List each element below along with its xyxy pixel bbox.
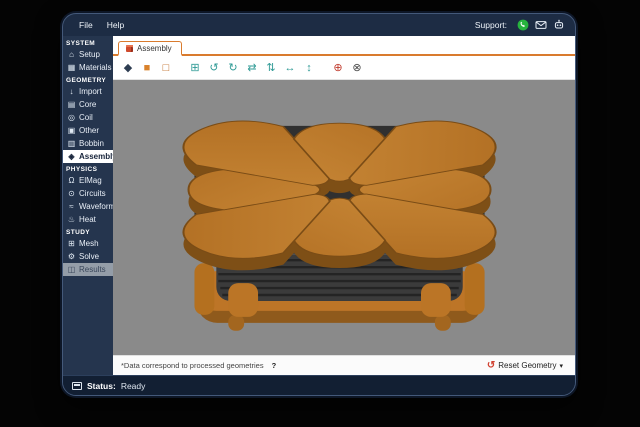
sidebar-section-header-geometry: GEOMETRY xyxy=(66,77,107,84)
sidebar-item-label: Circuits xyxy=(79,189,106,198)
sidebar-item-label: Setup xyxy=(79,50,100,59)
sidebar-item-label: Solve xyxy=(79,252,100,261)
sidebar-item-import[interactable]: ↓ Import xyxy=(63,85,113,98)
other-icon: ▣ xyxy=(67,126,76,135)
app-window: File Help Support: SYSTEM ⌂ Setup ▦ Material… xyxy=(62,13,576,396)
help-button[interactable]: ? xyxy=(269,361,280,370)
import-icon: ↓ xyxy=(69,87,74,96)
status-value: Ready xyxy=(120,380,146,391)
mesh-icon: ⊞ xyxy=(68,239,75,248)
sidebar: SYSTEM ⌂ Setup ▦ Materials GEOMETRY ↓ Import ▤ Co… xyxy=(63,36,113,375)
shading-icon[interactable]: ◆ xyxy=(121,60,135,76)
email-icon[interactable] xyxy=(535,19,547,31)
sidebar-item-circuits[interactable]: ⊙ Circuits xyxy=(63,187,113,200)
sidebar-section-header-physics: PHYSICS xyxy=(66,166,98,173)
viewport-footer: *Data correspond to processed geometries… xyxy=(113,355,575,375)
support-label: Support: xyxy=(474,20,507,30)
assembly-icon: ◈ xyxy=(68,152,75,161)
zoom-fit-icon[interactable]: ⊕ xyxy=(331,60,345,76)
sidebar-item-coil[interactable]: ◎ Coil xyxy=(63,111,113,124)
chevron-down-icon: ▾ xyxy=(559,362,563,370)
pan-vertical-icon[interactable]: ↕ xyxy=(302,60,316,76)
main-area: SYSTEM ⌂ Setup ▦ Materials GEOMETRY ↓ Import ▤ Co… xyxy=(63,36,575,375)
wireframe-cube-icon[interactable]: □ xyxy=(159,60,173,76)
solid-color-icon[interactable]: ■ xyxy=(140,60,154,76)
sidebar-section-header-system: SYSTEM xyxy=(66,40,96,47)
sidebar-item-label: Other xyxy=(79,126,100,135)
sidebar-item-label: Assembly xyxy=(79,152,113,161)
status-bar: Status: Ready xyxy=(63,375,575,395)
rotate-right-icon[interactable]: ↻ xyxy=(226,60,240,76)
coil-icon: ◎ xyxy=(68,113,75,122)
sidebar-item-results[interactable]: ◫ Results xyxy=(63,263,113,276)
viewport-3d[interactable] xyxy=(113,80,575,355)
sidebar-item-label: Results xyxy=(79,265,106,274)
rotate-left-icon[interactable]: ↺ xyxy=(207,60,221,76)
sidebar-item-label: Materials xyxy=(79,63,112,72)
sidebar-item-label: Mesh xyxy=(79,239,99,248)
status-label: Status: xyxy=(87,380,116,391)
materials-icon: ▦ xyxy=(67,63,76,72)
core-icon: ▤ xyxy=(67,100,76,109)
reset-icon: ↺ xyxy=(486,359,496,371)
sidebar-item-label: Heat xyxy=(79,215,96,224)
sidebar-item-heat[interactable]: ♨ Heat xyxy=(63,213,113,226)
tab-assembly[interactable]: Assembly xyxy=(118,41,182,56)
bobbin-icon: ▥ xyxy=(67,139,76,148)
sidebar-item-solve[interactable]: ⚙ Solve xyxy=(63,250,113,263)
sidebar-item-label: ElMag xyxy=(79,176,102,185)
pan-horizontal-icon[interactable]: ↔ xyxy=(283,60,297,76)
reset-geometry-label: Reset Geometry xyxy=(498,361,557,370)
sidebar-item-setup[interactable]: ⌂ Setup xyxy=(63,48,113,61)
sidebar-item-label: Coil xyxy=(79,113,93,122)
whatsapp-icon[interactable] xyxy=(517,19,529,31)
reset-geometry-button[interactable]: ↺ Reset Geometry ▾ xyxy=(483,360,567,372)
tab-bar: Assembly xyxy=(113,36,575,56)
content-column: Assembly ◆ ■ □ ⊞ ↺ ↻ ⇄ ⇅ ↔ ↕ ⊕ ⊗ *Data c… xyxy=(113,36,575,375)
menu-file[interactable]: File xyxy=(73,18,99,32)
circuit-icon: ⊙ xyxy=(68,189,75,198)
bug-report-icon[interactable] xyxy=(553,19,565,31)
measure-icon[interactable]: ⊗ xyxy=(350,60,364,76)
sidebar-item-bobbin[interactable]: ▥ Bobbin xyxy=(63,137,113,150)
isometric-view-icon[interactable]: ⊞ xyxy=(188,60,202,76)
3d-model[interactable] xyxy=(113,80,575,355)
menu-help[interactable]: Help xyxy=(101,18,130,32)
sidebar-item-label: Bobbin xyxy=(79,139,104,148)
thermometer-icon: ♨ xyxy=(67,215,76,224)
sidebar-item-materials[interactable]: ▦ Materials xyxy=(63,61,113,74)
sidebar-item-mesh[interactable]: ⊞ Mesh xyxy=(63,237,113,250)
waveform-icon: ≈ xyxy=(69,202,74,211)
tab-label: Assembly xyxy=(137,44,172,53)
sidebar-item-other[interactable]: ▣ Other xyxy=(63,124,113,137)
tab-underline xyxy=(113,54,575,56)
status-monitor-icon xyxy=(72,381,82,390)
flip-vertical-icon[interactable]: ⇅ xyxy=(264,60,278,76)
home-icon: ⌂ xyxy=(69,50,74,59)
toolbar: ◆ ■ □ ⊞ ↺ ↻ ⇄ ⇅ ↔ ↕ ⊕ ⊗ xyxy=(113,56,575,80)
geometry-note: *Data correspond to processed geometries xyxy=(121,361,264,370)
sidebar-item-label: Waveform xyxy=(79,202,113,211)
flip-horizontal-icon[interactable]: ⇄ xyxy=(245,60,259,76)
sidebar-item-core[interactable]: ▤ Core xyxy=(63,98,113,111)
magnet-icon: Ω xyxy=(68,176,75,185)
menu-bar: File Help Support: xyxy=(63,14,575,36)
assembly-cube-icon xyxy=(126,45,133,52)
sidebar-item-assembly[interactable]: ◈ Assembly xyxy=(63,150,113,163)
desktop-background: File Help Support: SYSTEM ⌂ Setup ▦ Material… xyxy=(0,0,640,427)
solve-icon: ⚙ xyxy=(67,252,76,261)
sidebar-item-label: Core xyxy=(79,100,97,109)
results-icon: ◫ xyxy=(67,265,76,274)
sidebar-item-elmag[interactable]: Ω ElMag xyxy=(63,174,113,187)
sidebar-item-label: Import xyxy=(79,87,102,96)
sidebar-section-header-study: STUDY xyxy=(66,229,91,236)
sidebar-item-waveform[interactable]: ≈ Waveform xyxy=(63,200,113,213)
